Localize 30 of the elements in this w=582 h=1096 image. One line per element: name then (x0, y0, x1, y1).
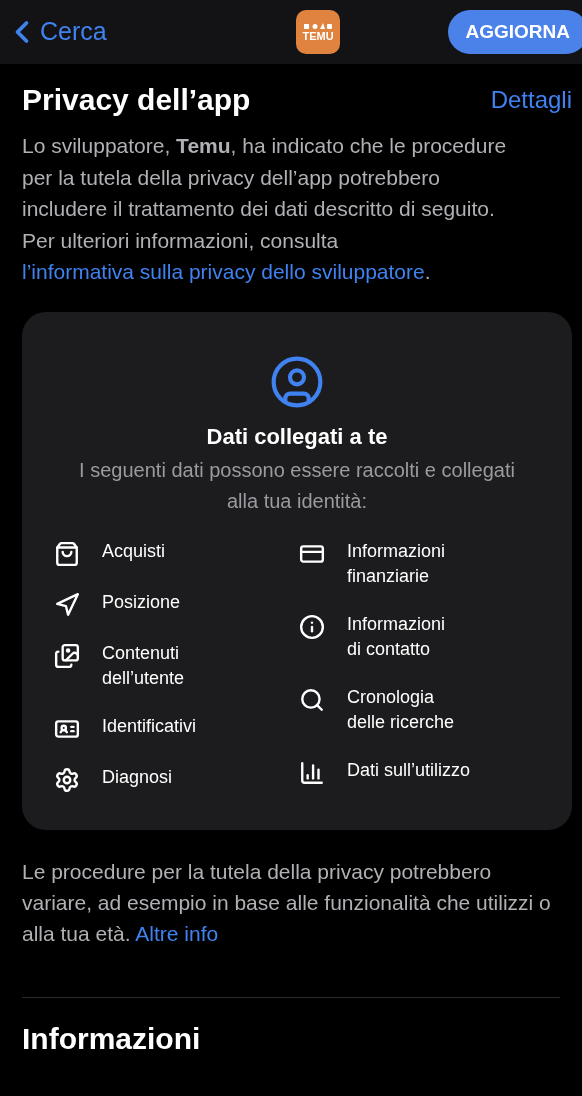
data-category: Informazioni di contatto (347, 612, 447, 661)
app-icon: TEMU (296, 10, 341, 54)
card-subtitle: I seguenti dati possono essere raccolti e collegati alla tua identità: (78, 457, 516, 514)
data-category: Identificativi (102, 714, 198, 738)
search-icon (299, 686, 325, 713)
card-title: Dati collegati a te (206, 422, 388, 451)
more-info-link[interactable]: Altre info (135, 921, 219, 945)
gear-icon (54, 766, 80, 793)
bag-icon (54, 540, 80, 567)
location-arrow-icon (54, 591, 80, 618)
data-category: Acquisti (102, 539, 167, 563)
data-category: Contenuti dell’utente (102, 641, 186, 690)
data-category: Posizione (102, 590, 182, 614)
data-category: Diagnosi (102, 765, 174, 789)
info-section-title: Informazioni (22, 1020, 202, 1057)
privacy-policy-link[interactable]: sviluppatore (311, 260, 425, 283)
note-paragraph: Le procedure per la tutela della privacy potrebbero variare, ad esempio in base alle funzionalità che utilizzi o alla tua età. Altre info (22, 858, 552, 947)
bar-chart-icon (299, 759, 325, 786)
photos-icon (54, 642, 80, 669)
details-link[interactable]: Dettagli (490, 82, 572, 118)
intro-paragraph: Lo sviluppatore, Temu, ha indicato che le procedure per la tutela della privacy dell’app potrebbero includere il trattamento dei dati descritto di seguito. Per ulteriori informazioni, consulta l’informativa sulla privacy dello sviluppatore. (22, 133, 508, 285)
privacy-policy-link[interactable]: l’informativa sulla privacy dello (22, 260, 306, 283)
logo-drawing (303, 22, 334, 30)
data-category: Cronologia delle ricerche (347, 685, 456, 734)
info-icon (299, 613, 325, 640)
back-button[interactable]: Cerca (4, 13, 107, 51)
update-button[interactable]: AGGIORNA (447, 10, 582, 54)
data-category: Informazioni finanziarie (347, 539, 447, 588)
section-title: Privacy dell’app (22, 82, 251, 118)
data-category: Dati sull’utilizzo (347, 758, 472, 782)
